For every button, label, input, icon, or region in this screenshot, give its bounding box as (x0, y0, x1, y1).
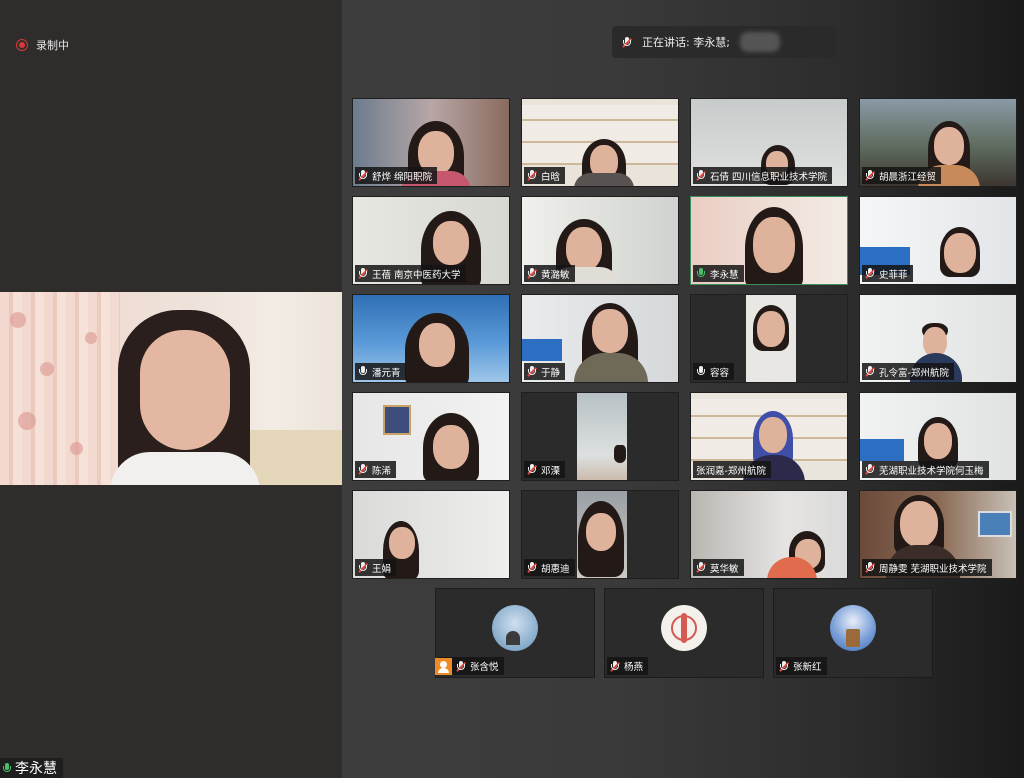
participant-tile[interactable]: 陈浠 (352, 392, 510, 481)
mic-active-icon (696, 268, 706, 279)
participant-label: 王娟 (355, 559, 397, 576)
participant-label: 于静 (524, 363, 566, 380)
participant-label: 杨燕 (607, 657, 649, 675)
user-avatar-icon (435, 657, 452, 675)
mic-muted-icon (527, 562, 537, 573)
participant-tile[interactable]: 容容 (690, 294, 848, 383)
user-avatar-icon (830, 605, 876, 651)
user-avatar-icon (661, 605, 707, 651)
mic-icon (358, 366, 368, 377)
gallery-grid: 正在讲话: 李永慧; 舒烨 绵阳职院 白晗 石倩 四川信息职业技术学院 胡晨浙江… (342, 0, 1024, 778)
participant-label: 王蓓 南京中医药大学 (355, 265, 466, 282)
mic-muted-icon (527, 170, 537, 181)
participant-tile[interactable]: 张润嘉-郑州航院 (690, 392, 848, 481)
participant-tile[interactable]: 芜湖职业技术学院何玉梅 (859, 392, 1017, 481)
participant-label: 史菲菲 (862, 265, 913, 282)
mic-muted-icon (865, 268, 875, 279)
speaking-label: 正在讲话: 李永慧; (642, 36, 730, 49)
mic-muted-icon (358, 464, 368, 475)
participant-tile[interactable]: 胡晨浙江经贸 (859, 98, 1017, 187)
participant-label: 莫华敏 (693, 559, 744, 576)
mic-muted-icon (865, 562, 875, 573)
mic-active-icon (2, 762, 12, 774)
participant-label: 李永慧 (693, 265, 744, 282)
mic-muted-icon (696, 170, 706, 181)
main-speaker-name: 李永慧 (15, 761, 57, 777)
mic-muted-icon (456, 660, 466, 672)
participant-tile[interactable]: 王蓓 南京中医药大学 (352, 196, 510, 285)
participant-tile[interactable]: 于静 (521, 294, 679, 383)
recording-label: 录制中 (36, 39, 69, 52)
mic-muted-icon (865, 464, 875, 475)
participant-tile[interactable]: 莫华敏 (690, 490, 848, 579)
mic-icon (696, 366, 706, 377)
mic-muted-icon (358, 170, 368, 181)
main-speaker-video[interactable] (0, 292, 342, 485)
speaker-pane: 录制中 李永慧 (0, 0, 342, 778)
participant-tile-active-speaker[interactable]: 李永慧 (690, 196, 848, 285)
speaking-indicator: 正在讲话: 李永慧; (612, 26, 836, 58)
mic-muted-icon (865, 366, 875, 377)
participant-label: 潘元青 (355, 363, 406, 380)
blurred-name (739, 32, 780, 52)
user-avatar-icon (492, 605, 538, 651)
participant-tile[interactable]: 潘元青 (352, 294, 510, 383)
participant-label: 容容 (693, 363, 735, 380)
mic-muted-icon (865, 170, 875, 181)
participant-label: 胡惠迪 (524, 559, 575, 576)
mic-muted-icon (696, 562, 706, 573)
mic-muted-icon (358, 562, 368, 573)
participant-tile[interactable]: 舒烨 绵阳职院 (352, 98, 510, 187)
participant-label: 芜湖职业技术学院何玉梅 (862, 461, 989, 478)
participant-label: 孔令富-郑州航院 (862, 363, 954, 380)
participant-tile[interactable]: 石倩 四川信息职业技术学院 (690, 98, 848, 187)
participant-tile-no-video[interactable]: 张含悦 (435, 588, 595, 678)
mic-muted-icon (527, 464, 537, 475)
participant-tile-no-video[interactable]: 张新红 (773, 588, 933, 678)
mic-muted-icon (358, 268, 368, 279)
participant-tile[interactable]: 王娟 (352, 490, 510, 579)
participant-label: 陈浠 (355, 461, 397, 478)
participant-tile-no-video[interactable]: 杨燕 (604, 588, 764, 678)
participant-label: 张新红 (776, 657, 827, 675)
participant-label: 邓溧 (524, 461, 566, 478)
mic-muted-icon (610, 660, 620, 672)
mic-muted-icon (779, 660, 789, 672)
participant-label: 黄潞敏 (524, 265, 575, 282)
participant-label: 张含悦 (435, 657, 504, 675)
participant-tile[interactable]: 周静雯 芜湖职业技术学院 (859, 490, 1017, 579)
mic-muted-icon (527, 268, 537, 279)
participant-tile[interactable]: 胡惠迪 (521, 490, 679, 579)
participant-label: 石倩 四川信息职业技术学院 (693, 167, 833, 184)
participant-label: 周静雯 芜湖职业技术学院 (862, 559, 992, 576)
participant-label: 胡晨浙江经贸 (862, 167, 942, 184)
main-speaker-name-tag: 李永慧 (0, 758, 63, 778)
mic-muted-icon (622, 36, 632, 48)
participant-tile[interactable]: 邓溧 (521, 392, 679, 481)
mic-muted-icon (527, 366, 537, 377)
participant-tile[interactable]: 黄潞敏 (521, 196, 679, 285)
participant-tile[interactable]: 孔令富-郑州航院 (859, 294, 1017, 383)
participant-label: 舒烨 绵阳职院 (355, 167, 438, 184)
recording-indicator[interactable]: 录制中 (16, 37, 69, 53)
participant-tile[interactable]: 白晗 (521, 98, 679, 187)
participant-tile[interactable]: 史菲菲 (859, 196, 1017, 285)
record-dot-icon (16, 39, 28, 51)
participant-label: 张润嘉-郑州航院 (693, 461, 771, 478)
participant-label: 白晗 (524, 167, 566, 184)
